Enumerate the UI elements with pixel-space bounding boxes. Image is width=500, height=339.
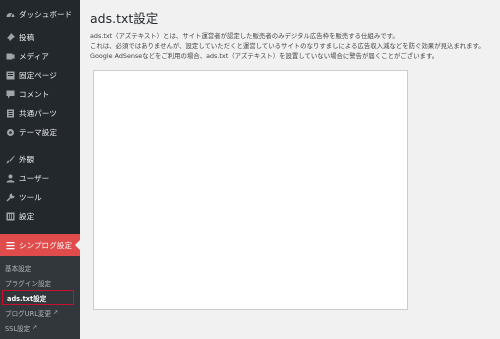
menu-common-parts-label: 共通パーツ: [19, 109, 57, 118]
submenu-ssl-settings-label: SSL設定: [5, 324, 31, 333]
menu-simplog-settings[interactable]: シンプログ設定: [0, 234, 80, 256]
menu-pages[interactable]: 固定ページ: [0, 66, 80, 85]
menu-users[interactable]: ユーザー: [0, 169, 80, 188]
menu-tools[interactable]: ツール: [0, 188, 80, 207]
comment-icon: [5, 90, 15, 100]
submenu-blog-url-change-label: ブログURL変更: [5, 309, 52, 318]
pin-icon: [5, 33, 15, 43]
menu-posts[interactable]: 投稿: [0, 28, 80, 47]
paintbrush-icon: [5, 155, 15, 165]
external-link-icon: ↗: [32, 324, 38, 331]
menu-comments-label: コメント: [19, 90, 50, 99]
menu-tools-label: ツール: [19, 193, 42, 202]
submenu-basic-settings-label: 基本設定: [5, 264, 32, 273]
external-link-icon: ↗: [53, 309, 59, 316]
submenu-plugin-settings-label: プラグイン設定: [5, 279, 52, 288]
submenu-adstxt-settings-label: ads.txt設定: [7, 294, 47, 303]
simplog-submenu: 基本設定 プラグイン設定 ads.txt設定 ブログURL変更 ↗ SSL設定 …: [0, 256, 80, 339]
menu-dashboard[interactable]: ダッシュボード: [0, 0, 80, 28]
menu-users-label: ユーザー: [19, 174, 50, 183]
media-icon: [5, 52, 15, 62]
submenu-adstxt-settings[interactable]: ads.txt設定: [2, 290, 74, 305]
document-icon: [5, 109, 15, 119]
wrench-icon: [5, 193, 15, 203]
adstxt-textarea[interactable]: [93, 70, 408, 310]
menu-comments[interactable]: コメント: [0, 85, 80, 104]
menu-appearance[interactable]: 外観: [0, 150, 80, 169]
menu-appearance-label: 外観: [19, 155, 35, 164]
user-icon: [5, 174, 15, 184]
menu-theme-settings-label: テーマ設定: [19, 128, 57, 137]
menu-simplog-settings-label: シンプログ設定: [19, 240, 72, 250]
dashboard-icon: [5, 9, 15, 19]
menu-common-parts[interactable]: 共通パーツ: [0, 104, 80, 123]
description-line: これは、必須ではありませんが、設定していただくと運営しているサイトのなりすましに…: [90, 42, 485, 50]
list-icon: [5, 240, 15, 250]
admin-sidebar: ダッシュボード 投稿 メディア 固定ページ コメント 共通パーツ テーマ設定 外…: [0, 0, 80, 339]
description-line: Google AdSenseなどをご利用の場合、ads.txt（アズテキスト）を…: [90, 52, 439, 60]
settings-grid-icon: [5, 128, 15, 138]
menu-dashboard-label: ダッシュボード: [19, 9, 73, 19]
main-content: ads.txt設定 ads.txt（アズテキスト）とは、サイト運営者が認定した販…: [80, 0, 500, 310]
submenu-blog-url-change[interactable]: ブログURL変更 ↗: [0, 305, 80, 320]
page-icon: [5, 71, 15, 81]
menu-settings-label: 設定: [19, 212, 35, 221]
menu-theme-settings[interactable]: テーマ設定: [0, 123, 80, 142]
submenu-basic-settings[interactable]: 基本設定: [0, 260, 80, 275]
settings-icon: [5, 212, 15, 222]
page-title: ads.txt設定: [90, 11, 159, 26]
menu-pages-label: 固定ページ: [19, 71, 57, 80]
menu-posts-label: 投稿: [19, 33, 35, 42]
menu-media-label: メディア: [19, 52, 49, 61]
menu-media[interactable]: メディア: [0, 47, 80, 66]
submenu-ssl-settings[interactable]: SSL設定 ↗: [0, 320, 80, 335]
description-line: ads.txt（アズテキスト）とは、サイト運営者が認定した販売者のみデジタル広告…: [90, 32, 399, 40]
submenu-plugin-settings[interactable]: プラグイン設定: [0, 275, 80, 290]
menu-settings[interactable]: 設定: [0, 207, 80, 226]
page-description: ads.txt（アズテキスト）とは、サイト運営者が認定した販売者のみデジタル広告…: [90, 31, 495, 61]
